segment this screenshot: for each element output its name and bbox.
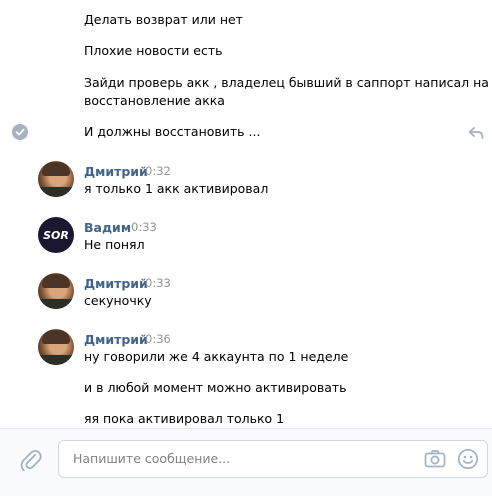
- message-author[interactable]: Дмитрий: [84, 163, 148, 180]
- message-time[interactable]: 0:36: [145, 331, 171, 348]
- avatar[interactable]: [38, 161, 74, 197]
- svg-text:SOR: SOR: [43, 229, 69, 242]
- avatar-logo: SOR: [43, 229, 69, 242]
- message-history: Делать возврат или нет Плохие новости ес…: [0, 0, 492, 428]
- reply-icon[interactable]: [468, 126, 484, 140]
- message-time[interactable]: 0:33: [145, 275, 171, 292]
- camera-icon[interactable]: [424, 449, 446, 469]
- message-text: ну говорили же 4 аккаунта по 1 неделе: [84, 349, 349, 364]
- attach-icon[interactable]: [20, 449, 42, 473]
- message-author[interactable]: Дмитрий: [84, 331, 148, 348]
- message-text: секуночку: [84, 293, 152, 308]
- message-text: яя пока активировал только 1: [84, 411, 285, 426]
- message-author[interactable]: Вадим: [84, 219, 131, 236]
- message-text: Не понял: [84, 237, 145, 252]
- message-text: Зайди проверь акк , владелец бывший в са…: [84, 75, 489, 90]
- message-time[interactable]: 0:33: [131, 219, 157, 236]
- message-text: восстановление акка: [84, 93, 225, 108]
- message-text: и в любой момент можно активировать: [84, 380, 347, 395]
- read-check-icon: [12, 124, 28, 140]
- message-input[interactable]: [71, 450, 405, 467]
- message-input-box[interactable]: [58, 440, 488, 478]
- message-time[interactable]: 0:32: [145, 163, 171, 180]
- message-text: я только 1 акк активировал: [84, 181, 269, 196]
- avatar[interactable]: SOR: [38, 217, 74, 253]
- message-author[interactable]: Дмитрий: [84, 275, 148, 292]
- message-composer: [0, 428, 492, 496]
- message-text: Плохие новости есть: [84, 43, 223, 58]
- message-text: И должны восстановить ...: [84, 124, 261, 139]
- smile-icon[interactable]: [457, 448, 479, 470]
- avatar[interactable]: [38, 329, 74, 365]
- avatar[interactable]: [38, 273, 74, 309]
- message-text: Делать возврат или нет: [84, 12, 243, 27]
